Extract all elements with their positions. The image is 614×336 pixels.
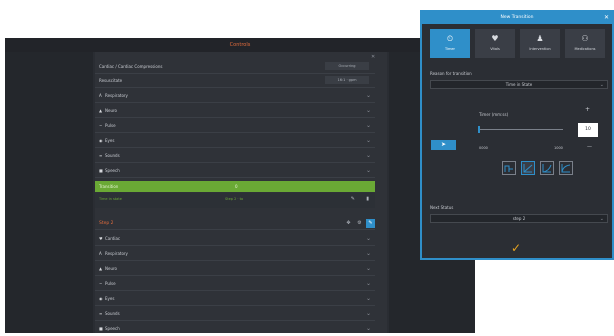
row-label: Respiratory [105, 251, 128, 256]
timer-value[interactable]: 10 [578, 123, 598, 137]
row-speech[interactable]: ■ Speech ⌄ [95, 163, 375, 178]
curve-log-icon[interactable] [559, 161, 573, 175]
row-label: Neuro [105, 266, 117, 271]
delete-icon[interactable]: ▮ [366, 196, 369, 202]
arrow-right-icon: ➤ [440, 141, 447, 148]
row-respiratory[interactable]: A Respiratory ⌄ [95, 246, 375, 261]
person-icon: ♟ [536, 34, 544, 43]
slider-max-label: 1000 [554, 146, 563, 150]
settings-icon[interactable]: ⚙ [355, 219, 364, 228]
curve-linear-icon[interactable] [521, 161, 535, 175]
window-title: Controls [5, 38, 475, 52]
category-vitals[interactable]: ♥ Vitals [475, 29, 515, 58]
edit-icon[interactable]: ✎ [351, 196, 355, 202]
row-label: Eyes [105, 296, 115, 301]
chevron-down-icon[interactable]: ⌄ [366, 118, 371, 133]
row-label: Neuro [105, 108, 117, 113]
row-eyes[interactable]: ◉ Eyes ⌄ [95, 291, 375, 306]
chevron-down-icon[interactable]: ⌄ [366, 133, 371, 148]
chevron-down-icon[interactable]: ⌄ [366, 231, 371, 246]
chevron-down-icon: ⌄ [599, 216, 604, 222]
row-cardiac-compressions[interactable]: Cardiac / Cardiac Compressions Occurring [95, 59, 375, 74]
chevron-down-icon: ⌄ [599, 82, 604, 88]
reason-select[interactable]: Time in State ⌄ [430, 80, 608, 89]
transition-bar[interactable]: Transition 0 [95, 181, 375, 192]
close-icon[interactable]: ✕ [604, 12, 609, 24]
row-label: Cardiac [105, 236, 121, 241]
row-sounds[interactable]: ≡ Sounds ⌄ [95, 306, 375, 321]
curve-step-icon[interactable] [502, 161, 516, 175]
row-label: Sounds [105, 311, 120, 316]
row-label: Eyes [105, 138, 115, 143]
reason-value: Time in State [505, 82, 533, 87]
chevron-down-icon[interactable]: ⌄ [366, 148, 371, 163]
row-label: Speech [105, 168, 120, 173]
timer-slider[interactable] [479, 129, 563, 130]
row-resuscitate[interactable]: Resuscitate 16:1 · gpm [95, 73, 375, 88]
row-neuro[interactable]: ▲ Neuro ⌄ [95, 261, 375, 276]
slider-min-label: 0000 [479, 146, 488, 150]
category-label: Timer [444, 47, 455, 51]
row-label: Sounds [105, 153, 120, 158]
chevron-down-icon[interactable]: ⌄ [366, 261, 371, 276]
heart-icon: ♥ [491, 34, 499, 43]
row-label: Respiratory [105, 93, 128, 98]
next-status-label: Next Status [430, 205, 454, 210]
left-rail [5, 52, 93, 333]
category-intervention[interactable]: ♟ Intervention [520, 29, 560, 58]
transition-info[interactable]: Time in state Step 2 · to ✎ ▮ [95, 193, 375, 208]
step2-title: Step 2 [99, 221, 114, 226]
row-label: Pulse [105, 123, 116, 128]
chevron-down-icon[interactable]: ⌄ [366, 163, 371, 178]
curve-ease-icon[interactable] [540, 161, 554, 175]
row-label: Pulse [105, 281, 116, 286]
row-eyes[interactable]: ◉ Eyes ⌄ [95, 133, 375, 148]
row-value[interactable]: Occurring [325, 62, 369, 70]
category-label: Intervention [529, 47, 551, 51]
chevron-down-icon[interactable]: ⌄ [366, 321, 371, 336]
edit-icon[interactable]: ✎ [366, 219, 375, 228]
step2-header[interactable]: Step 2 ✥ ⚙ ✎ [95, 218, 375, 230]
step2-tools: ✥ ⚙ ✎ [342, 218, 375, 230]
new-transition-dialog: New Transition ✕ ⏲ Timer ♥ Vitals ♟ Inte… [420, 10, 614, 260]
transition-target: Step 2 · to [225, 197, 244, 201]
row-neuro[interactable]: ▲ Neuro ⌄ [95, 103, 375, 118]
dialog-title: New Transition [422, 12, 612, 24]
chevron-down-icon[interactable]: ⌄ [366, 291, 371, 306]
row-value[interactable]: 16:1 · gpm [325, 76, 369, 84]
slider-handle[interactable] [478, 126, 480, 133]
category-label: Vitals [490, 47, 500, 51]
row-label: Resuscitate [99, 78, 123, 83]
reason-label: Reason for transition [430, 71, 472, 76]
row-speech[interactable]: ■ Speech ⌄ [95, 321, 375, 336]
next-status-select[interactable]: step 2 ⌄ [430, 214, 608, 223]
row-cardiac[interactable]: ♥ Cardiac ⌄ [95, 231, 375, 246]
chevron-down-icon[interactable]: ⌄ [366, 246, 371, 261]
row-label: Cardiac / Cardiac Compressions [99, 64, 163, 69]
row-pulse[interactable]: ∼ Pulse ⌄ [95, 276, 375, 291]
category-timer[interactable]: ⏲ Timer [430, 29, 470, 58]
transition-condition: Time in state [99, 197, 122, 201]
row-sounds[interactable]: ≡ Sounds ⌄ [95, 148, 375, 163]
confirm-checkmark-button[interactable]: ✓ [511, 242, 521, 254]
transition-badge: 0 [235, 184, 238, 189]
category-medications[interactable]: ⚇ Medications [565, 29, 605, 58]
pills-icon: ⚇ [581, 34, 589, 43]
arrow-right-button[interactable]: ➤ [431, 140, 456, 150]
plus-icon[interactable]: + [585, 106, 590, 113]
category-label: Medications [574, 47, 596, 51]
row-respiratory[interactable]: A Respiratory ⌄ [95, 88, 375, 103]
transition-label: Transition [99, 184, 119, 189]
row-label: Speech [105, 326, 120, 331]
minus-icon[interactable]: — [587, 144, 592, 150]
row-pulse[interactable]: ∼ Pulse ⌄ [95, 118, 375, 133]
timer-label: Timer (mm:ss) [479, 112, 509, 117]
chevron-down-icon[interactable]: ⌄ [366, 306, 371, 321]
chevron-down-icon[interactable]: ⌄ [366, 276, 371, 291]
move-icon[interactable]: ✥ [344, 219, 353, 228]
chevron-down-icon[interactable]: ⌄ [366, 103, 371, 118]
next-status-value: step 2 [512, 216, 526, 221]
clock-icon: ⏲ [446, 34, 454, 43]
chevron-down-icon[interactable]: ⌄ [366, 88, 371, 103]
